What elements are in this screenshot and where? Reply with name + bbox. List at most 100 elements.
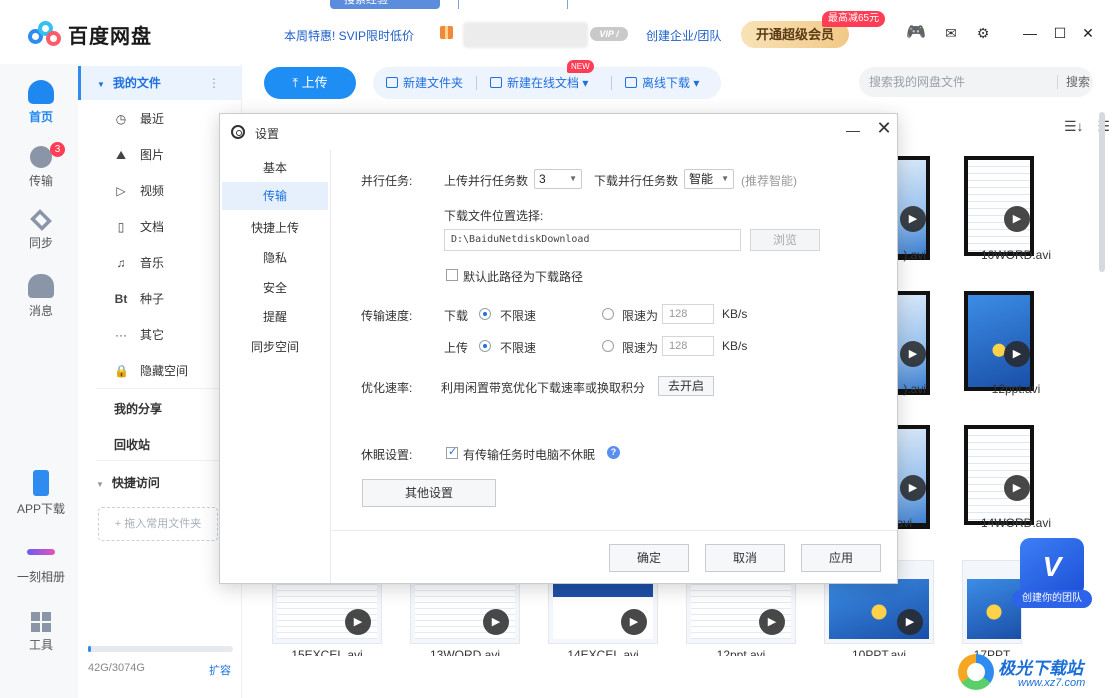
tab-search-experience[interactable]: 搜索经验: [330, 0, 440, 9]
sidebar-item-recycle-bin[interactable]: 回收站: [114, 436, 150, 453]
download-path-field[interactable]: D:\BaiduNetdiskDownload: [444, 229, 741, 251]
upload-button[interactable]: ⤒ 上传: [264, 67, 356, 99]
upload-limit-radio[interactable]: [602, 340, 614, 352]
download-parallel-select[interactable]: 智能 ▼: [684, 169, 734, 189]
sidebar-item-music[interactable]: ♫ 音乐: [114, 254, 165, 272]
cancel-button[interactable]: 取消: [705, 544, 785, 572]
file-name[interactable]: 15EXCEL.avi: [272, 648, 382, 656]
new-folder-button[interactable]: 新建文件夹: [386, 67, 463, 99]
gift-icon[interactable]: [440, 26, 453, 39]
file-name[interactable]: 13WORD.avi: [410, 648, 520, 656]
settings-tab-transfer[interactable]: 传输: [222, 182, 328, 210]
upload-unlimited-radio[interactable]: [479, 340, 491, 352]
settings-tab-basic[interactable]: 基本: [220, 154, 330, 182]
sidebar-item-my-share[interactable]: 我的分享: [114, 400, 162, 417]
download-unlimited-label[interactable]: 不限速: [500, 307, 536, 324]
drop-folder-area[interactable]: + 拖入常用文件夹: [98, 507, 218, 541]
video-thumbnail[interactable]: ▶: [964, 156, 1034, 256]
settings-icon[interactable]: ⚙: [975, 26, 991, 40]
download-limit-label[interactable]: 限速为: [622, 307, 658, 324]
file-name[interactable]: 14WORD.avi: [961, 516, 1071, 530]
download-limit-input[interactable]: 128: [662, 304, 714, 324]
dialog-title-bar[interactable]: 设置 — ✕: [220, 114, 897, 150]
upload-unlimited-label[interactable]: 不限速: [500, 339, 536, 356]
sidebar-item-other[interactable]: ··· 其它: [114, 326, 164, 344]
dialog-minimize-button[interactable]: —: [845, 122, 861, 138]
play-icon[interactable]: ▶: [345, 609, 371, 635]
nav-tools[interactable]: 工具: [0, 612, 82, 653]
sidebar-item-videos[interactable]: ▷ 视频: [114, 182, 164, 200]
default-path-label[interactable]: 默认此路径为下载路径: [463, 268, 583, 285]
username-blurred[interactable]: [463, 22, 588, 48]
play-icon[interactable]: ▶: [897, 609, 923, 635]
upload-limit-label[interactable]: 限速为: [622, 339, 658, 356]
video-thumbnail[interactable]: ▶: [898, 291, 930, 395]
nav-app-download[interactable]: APP下载: [0, 470, 82, 517]
download-unlimited-radio[interactable]: [479, 308, 491, 320]
no-sleep-label[interactable]: 有传输任务时电脑不休眠: [463, 446, 595, 463]
play-icon[interactable]: ▶: [1004, 206, 1030, 232]
nav-sync[interactable]: 同步: [0, 209, 82, 251]
video-thumbnail[interactable]: ▶: [964, 291, 1034, 391]
vip-badge[interactable]: VIP /: [590, 27, 628, 41]
offline-download-button[interactable]: 离线下载 ▾: [625, 67, 699, 99]
more-icon[interactable]: ⋮: [208, 66, 220, 100]
create-enterprise-link[interactable]: 创建企业/团队: [646, 27, 721, 44]
play-icon[interactable]: ▶: [900, 341, 926, 367]
team-badge-icon[interactable]: V: [1020, 538, 1084, 596]
sidebar-item-quick-access[interactable]: ▼ 快捷访问: [96, 474, 160, 491]
tab-publish-experience[interactable]: 发布经验: [458, 0, 568, 9]
file-name[interactable]: 10WORD.avi: [961, 248, 1071, 262]
sidebar-item-my-files[interactable]: ▼ 我的文件 ⋮: [78, 66, 242, 100]
settings-tab-quick-upload[interactable]: 快捷上传: [220, 214, 330, 242]
nav-album[interactable]: 一刻相册: [0, 540, 82, 585]
sidebar-item-recent[interactable]: ◷ 最近: [114, 110, 164, 128]
enable-optimize-button[interactable]: 去开启: [658, 376, 714, 396]
create-team-button[interactable]: 创建你的团队: [1012, 590, 1092, 608]
settings-tab-security[interactable]: 安全: [220, 274, 330, 302]
browse-button[interactable]: 浏览: [750, 229, 820, 251]
nav-message[interactable]: 消息: [0, 274, 82, 319]
sort-icon[interactable]: ☰↓: [1064, 118, 1084, 134]
file-name[interactable]: 12ppt.avi: [961, 382, 1071, 396]
search-input[interactable]: [869, 73, 1049, 91]
no-sleep-checkbox[interactable]: [446, 445, 458, 459]
dialog-close-button[interactable]: ✕: [876, 118, 892, 139]
video-thumbnail[interactable]: ▶: [964, 425, 1034, 525]
maximize-button[interactable]: ☐: [1052, 25, 1068, 41]
nav-home[interactable]: 首页: [0, 80, 82, 125]
file-name[interactable]: 14EXCEL.avi: [548, 648, 658, 656]
expand-storage-link[interactable]: 扩容: [209, 662, 231, 678]
file-name[interactable]: 10PPT.avi: [824, 648, 934, 656]
upload-parallel-select[interactable]: 3 ▼: [534, 169, 582, 189]
ok-button[interactable]: 确定: [609, 544, 689, 572]
help-icon[interactable]: ?: [607, 446, 620, 459]
download-limit-radio[interactable]: [602, 308, 614, 320]
play-icon[interactable]: ▶: [900, 206, 926, 232]
game-icon[interactable]: 🎮: [906, 25, 926, 41]
mail-icon[interactable]: ✉: [943, 26, 959, 40]
sidebar-item-hidden-space[interactable]: 🔒 隐藏空间: [114, 362, 188, 380]
video-thumbnail[interactable]: ▶: [898, 156, 930, 260]
settings-tab-sync-space[interactable]: 同步空间: [220, 333, 330, 361]
play-icon[interactable]: ▶: [759, 609, 785, 635]
play-icon[interactable]: ▶: [483, 609, 509, 635]
settings-tab-privacy[interactable]: 隐私: [220, 244, 330, 272]
promo-link[interactable]: 本周特惠! SVIP限时低价: [284, 27, 414, 44]
close-button[interactable]: ✕: [1080, 25, 1096, 41]
search-button[interactable]: 搜索: [1066, 67, 1090, 97]
play-icon[interactable]: ▶: [900, 475, 926, 501]
video-thumbnail[interactable]: ▶: [898, 425, 930, 529]
apply-button[interactable]: 应用: [801, 544, 881, 572]
default-path-checkbox[interactable]: [446, 269, 458, 281]
scrollbar[interactable]: [1099, 112, 1105, 272]
file-name[interactable]: 12ppt.avi: [686, 648, 796, 656]
upload-limit-input[interactable]: 128: [662, 336, 714, 356]
play-icon[interactable]: ▶: [621, 609, 647, 635]
play-icon[interactable]: ▶: [1004, 341, 1030, 367]
sidebar-item-images[interactable]: ⛰ 图片: [114, 146, 164, 164]
settings-tab-reminder[interactable]: 提醒: [220, 303, 330, 331]
sidebar-item-torrents[interactable]: Bt 种子: [114, 290, 164, 308]
nav-transfer[interactable]: 3 传输: [0, 142, 82, 189]
play-icon[interactable]: ▶: [1004, 475, 1030, 501]
